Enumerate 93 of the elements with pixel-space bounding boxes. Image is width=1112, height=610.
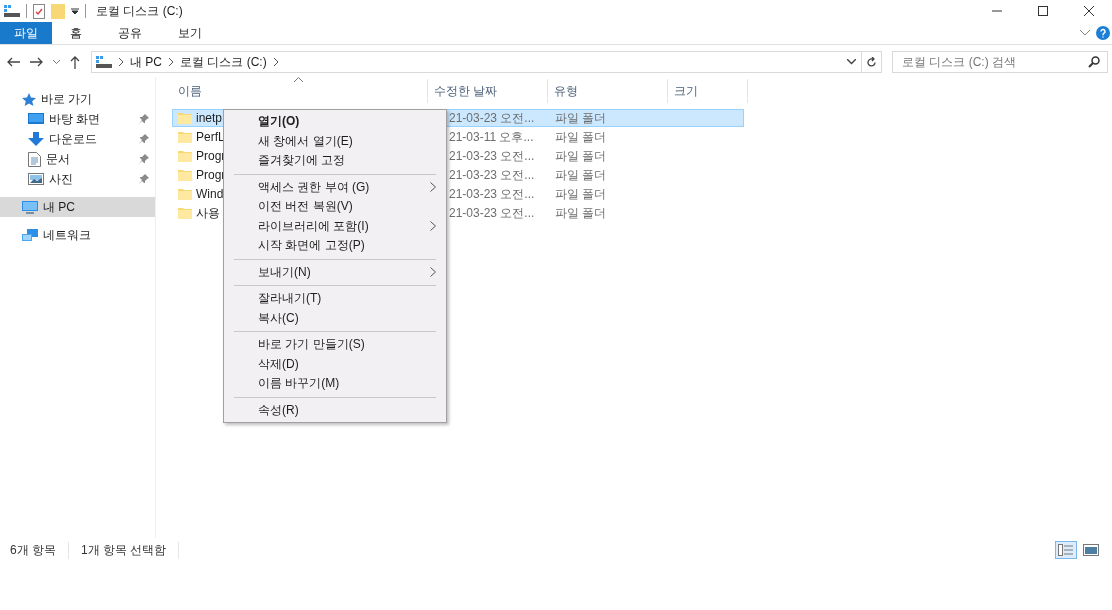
ribbon-tab[interactable]: 파일 — [0, 22, 52, 44]
address-bar[interactable]: 내 PC 로컬 디스크 (C:) — [91, 51, 882, 73]
column-header[interactable]: 수정한 날짜 — [428, 79, 548, 103]
sidebar-item[interactable]: 내 PC — [0, 197, 155, 217]
column-header[interactable]: 크기 — [668, 79, 748, 103]
forward-arrow-icon — [30, 57, 43, 67]
menu-item[interactable]: 복사(C) — [224, 308, 446, 328]
caret-icon — [846, 59, 856, 65]
refresh-icon — [866, 56, 877, 68]
menu-item[interactable]: 속성(R) — [224, 400, 446, 420]
menu-item[interactable]: 삭제(D) — [224, 354, 446, 374]
file-name: Progr — [196, 168, 226, 182]
maximize-icon — [1038, 6, 1048, 16]
file-type: 파일 폴더 — [555, 148, 607, 164]
sidebar-item[interactable]: 문서 — [0, 149, 155, 169]
column-header[interactable]: 유형 — [548, 79, 668, 103]
file-name: Wind — [196, 187, 224, 201]
folder-icon — [178, 112, 192, 124]
pin-icon[interactable] — [139, 154, 149, 164]
details-view-icon — [1058, 544, 1074, 556]
menu-item[interactable]: 보내기(N) — [224, 262, 446, 282]
breadcrumb[interactable]: 로컬 디스크 (C:) — [180, 53, 267, 71]
modified-date: 21-03-23 오전... — [449, 186, 535, 202]
large-icons-view-icon — [1083, 544, 1099, 556]
pin-icon[interactable] — [139, 134, 149, 144]
file-type: 파일 폴더 — [555, 167, 607, 183]
file-type: 파일 폴더 — [555, 186, 607, 202]
folder-icon — [178, 207, 192, 219]
up-arrow-icon — [70, 55, 80, 69]
sidebar-item[interactable]: 바탕 화면 — [0, 109, 155, 129]
ribbon-tab[interactable]: 홈 — [52, 22, 100, 44]
file-name: inetp — [196, 111, 223, 125]
drive-icon — [4, 5, 20, 17]
expand-ribbon-icon[interactable] — [1080, 30, 1090, 36]
menu-item[interactable]: 바로 가기 만들기(S) — [224, 335, 446, 355]
download-arrow-icon — [28, 132, 44, 146]
menu-item[interactable]: 즐겨찾기에 고정 — [224, 151, 446, 171]
sidebar-item[interactable]: 다운로드 — [0, 129, 155, 149]
folder-icon — [178, 188, 192, 200]
chevron-icon[interactable] — [118, 58, 124, 66]
status-text: 1개 항목 선택함 — [81, 541, 180, 559]
file-type: 파일 폴더 — [555, 110, 607, 126]
picture-icon — [28, 173, 44, 185]
caret-icon — [53, 59, 60, 65]
menu-item[interactable]: 이름 바꾸기(M) — [224, 374, 446, 394]
network-icon — [22, 228, 38, 242]
computer-icon — [22, 200, 38, 214]
ribbon-tab[interactable]: 보기 — [160, 22, 220, 44]
folder-icon — [178, 169, 192, 181]
breadcrumb[interactable]: 내 PC — [130, 53, 162, 71]
chevron-icon[interactable] — [168, 58, 174, 66]
close-icon — [1084, 6, 1094, 16]
file-type: 파일 폴더 — [555, 129, 607, 145]
column-header[interactable]: 이름 — [172, 79, 428, 103]
document-icon — [28, 151, 41, 167]
modified-date: 21-03-23 오전... — [449, 205, 535, 221]
menu-item[interactable]: 라이브러리에 포함(I) — [224, 216, 446, 236]
modified-date: 21-03-23 오전... — [449, 148, 535, 164]
properties-icon[interactable] — [33, 3, 45, 19]
dropdown-icon[interactable] — [71, 7, 79, 15]
star-icon — [22, 92, 36, 106]
sort-ascending-icon — [294, 77, 303, 82]
sidebar-item[interactable]: 바로 가기 — [0, 89, 155, 109]
chevron-icon[interactable] — [272, 58, 279, 66]
folder-icon — [178, 131, 192, 143]
pin-icon[interactable] — [139, 114, 149, 124]
pin-icon[interactable] — [139, 174, 149, 184]
modified-date: 21-03-23 오전... — [449, 110, 535, 126]
help-icon[interactable] — [1096, 26, 1110, 40]
ribbon-tab[interactable]: 공유 — [100, 22, 160, 44]
menu-item[interactable]: 잘라내기(T) — [224, 289, 446, 309]
desktop-icon — [28, 113, 44, 125]
menu-item[interactable]: 시작 화면에 고정(P) — [224, 236, 446, 256]
modified-date: 21-03-23 오전... — [449, 167, 535, 183]
menu-item[interactable]: 액세스 권한 부여 (G) — [224, 177, 446, 197]
status-text: 6개 항목 — [10, 541, 69, 559]
search-field[interactable]: 로컬 디스크 (C:) 검색 — [892, 51, 1108, 73]
sidebar-item[interactable]: 네트워크 — [0, 225, 155, 245]
menu-item[interactable]: 이전 버전 복원(V) — [224, 197, 446, 217]
search-icon — [1088, 56, 1100, 68]
file-name: 사용 — [196, 205, 220, 221]
drive-icon — [96, 56, 112, 68]
sidebar-item[interactable]: 사진 — [0, 169, 155, 189]
file-name: PerfL — [196, 130, 225, 144]
modified-date: 21-03-11 오후... — [449, 129, 534, 145]
file-type: 파일 폴더 — [555, 205, 607, 221]
back-arrow-icon — [7, 57, 20, 67]
window-title: 로컬 디스크 (C:) — [96, 2, 183, 20]
details-view-button[interactable] — [1055, 541, 1077, 559]
folder-icon — [178, 150, 192, 162]
menu-item[interactable]: 새 창에서 열기(E) — [224, 131, 446, 151]
large-icons-view-button[interactable] — [1080, 541, 1102, 559]
file-name: Progr — [196, 149, 226, 163]
